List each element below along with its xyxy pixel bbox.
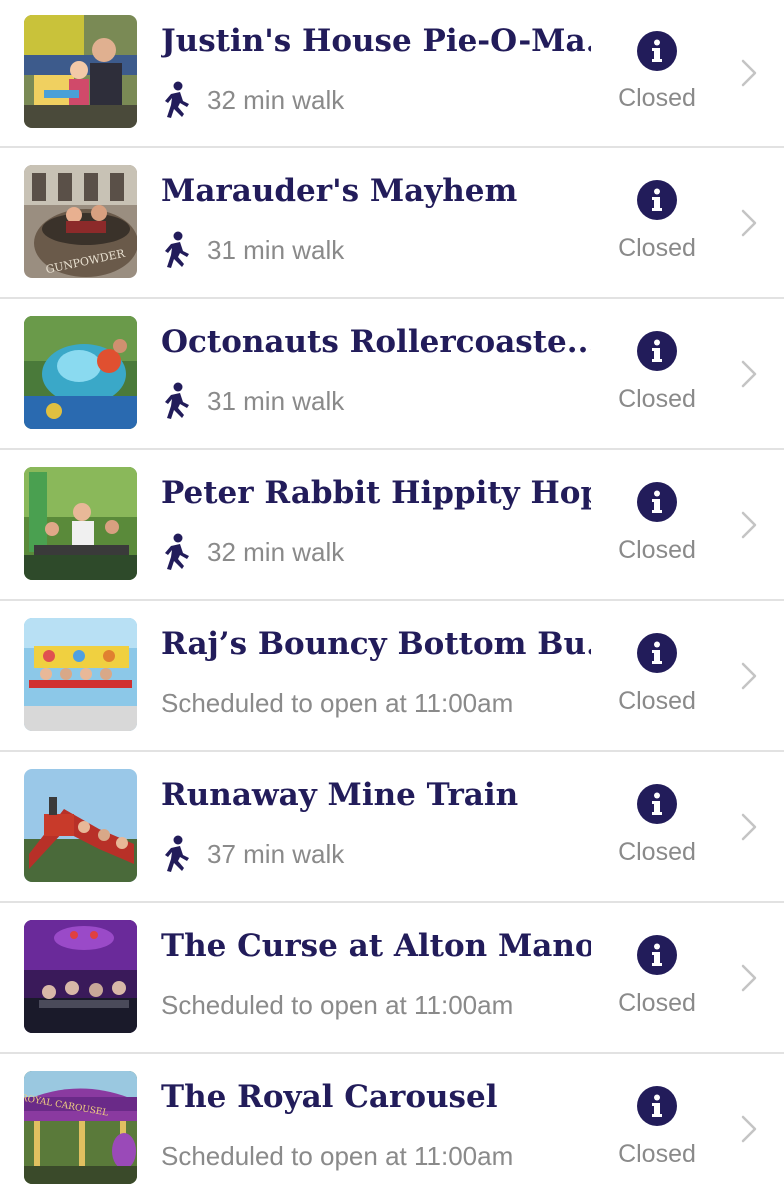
info-button[interactable]	[637, 331, 677, 371]
ride-name: The Curse at Alton Manor	[161, 928, 591, 964]
chevron-right-icon	[740, 1114, 758, 1144]
chevron-right-icon	[740, 208, 758, 238]
ride-list-item[interactable]: Runaway Mine Train 37 min walk Closed	[0, 752, 784, 903]
ride-list-item[interactable]: The Curse at Alton Manor Scheduled to op…	[0, 903, 784, 1054]
info-icon	[652, 943, 662, 966]
chevron-right-icon	[740, 58, 758, 88]
ride-name: Runaway Mine Train	[161, 777, 519, 813]
chevron-right-icon	[740, 359, 758, 389]
chevron-right-icon	[740, 661, 758, 691]
ride-list-item[interactable]: Raj’s Bouncy Bottom Bu... Scheduled to o…	[0, 601, 784, 752]
info-button[interactable]	[637, 1086, 677, 1126]
ride-thumbnail	[24, 769, 137, 882]
status-label: Closed	[618, 687, 696, 715]
chevron-right-icon	[740, 510, 758, 540]
info-icon	[652, 188, 662, 211]
walking-person-icon	[161, 835, 191, 873]
ride-wait-info: 32 min walk	[161, 81, 345, 119]
status-label: Closed	[618, 989, 696, 1017]
walk-time: 32 min walk	[207, 84, 345, 115]
status-label: Closed	[618, 536, 696, 564]
walking-person-icon	[161, 81, 191, 119]
status-label: Closed	[618, 84, 696, 112]
walking-person-icon	[161, 382, 191, 420]
status-label: Closed	[618, 1140, 696, 1168]
info-button[interactable]	[637, 935, 677, 975]
walking-person-icon	[161, 231, 191, 269]
ride-list-item[interactable]: Octonauts Rollercoaste... 31 min walk Cl…	[0, 299, 784, 450]
ride-wait-info: 32 min walk	[161, 533, 345, 571]
ride-wait-info: 31 min walk	[161, 382, 345, 420]
chevron-right-icon	[740, 963, 758, 993]
info-icon	[652, 792, 662, 815]
walk-time: 31 min walk	[207, 234, 345, 265]
opening-time-text: Scheduled to open at 11:00am	[161, 1140, 514, 1171]
status-label: Closed	[618, 385, 696, 413]
opening-time-text: Scheduled to open at 11:00am	[161, 687, 514, 718]
opening-time-text: Scheduled to open at 11:00am	[161, 989, 514, 1020]
ride-name: Octonauts Rollercoaste...	[161, 324, 591, 360]
info-icon	[652, 641, 662, 664]
ride-wait-info: 31 min walk	[161, 231, 345, 269]
info-button[interactable]	[637, 482, 677, 522]
ride-list-item[interactable]: ROYAL CAROUSEL The Royal Carousel Schedu…	[0, 1054, 784, 1200]
ride-name: Raj’s Bouncy Bottom Bu...	[161, 626, 591, 662]
ride-wait-info: 37 min walk	[161, 835, 345, 873]
ride-thumbnail	[24, 15, 137, 128]
status-label: Closed	[618, 234, 696, 262]
ride-thumbnail	[24, 316, 137, 429]
info-button[interactable]	[637, 31, 677, 71]
walking-person-icon	[161, 533, 191, 571]
walk-time: 32 min walk	[207, 536, 345, 567]
info-button[interactable]	[637, 784, 677, 824]
info-button[interactable]	[637, 180, 677, 220]
info-icon	[652, 1094, 662, 1117]
ride-opening-info: Scheduled to open at 11:00am	[161, 987, 513, 1023]
ride-list-item[interactable]: GUNPOWDER Marauder's Mayhem 31 min walk …	[0, 148, 784, 299]
ride-name: Peter Rabbit Hippity Hop	[161, 475, 591, 511]
ride-list-item[interactable]: Peter Rabbit Hippity Hop 32 min walk Clo…	[0, 450, 784, 601]
ride-thumbnail	[24, 467, 137, 580]
ride-name: Justin's House Pie-O-Ma...	[161, 23, 591, 59]
info-icon	[652, 490, 662, 513]
ride-name: Marauder's Mayhem	[161, 173, 518, 209]
ride-thumbnail	[24, 920, 137, 1033]
walk-time: 31 min walk	[207, 385, 345, 416]
ride-list: Justin's House Pie-O-Ma... 32 min walk C…	[0, 0, 784, 1200]
info-icon	[652, 39, 662, 62]
ride-thumbnail: ROYAL CAROUSEL	[24, 1071, 137, 1184]
ride-thumbnail: GUNPOWDER	[24, 165, 137, 278]
status-label: Closed	[618, 838, 696, 866]
ride-opening-info: Scheduled to open at 11:00am	[161, 685, 513, 721]
info-button[interactable]	[637, 633, 677, 673]
chevron-right-icon	[740, 812, 758, 842]
ride-thumbnail	[24, 618, 137, 731]
ride-name: The Royal Carousel	[161, 1079, 498, 1115]
info-icon	[652, 339, 662, 362]
walk-time: 37 min walk	[207, 838, 345, 869]
ride-list-item[interactable]: Justin's House Pie-O-Ma... 32 min walk C…	[0, 0, 784, 148]
ride-opening-info: Scheduled to open at 11:00am	[161, 1138, 513, 1174]
